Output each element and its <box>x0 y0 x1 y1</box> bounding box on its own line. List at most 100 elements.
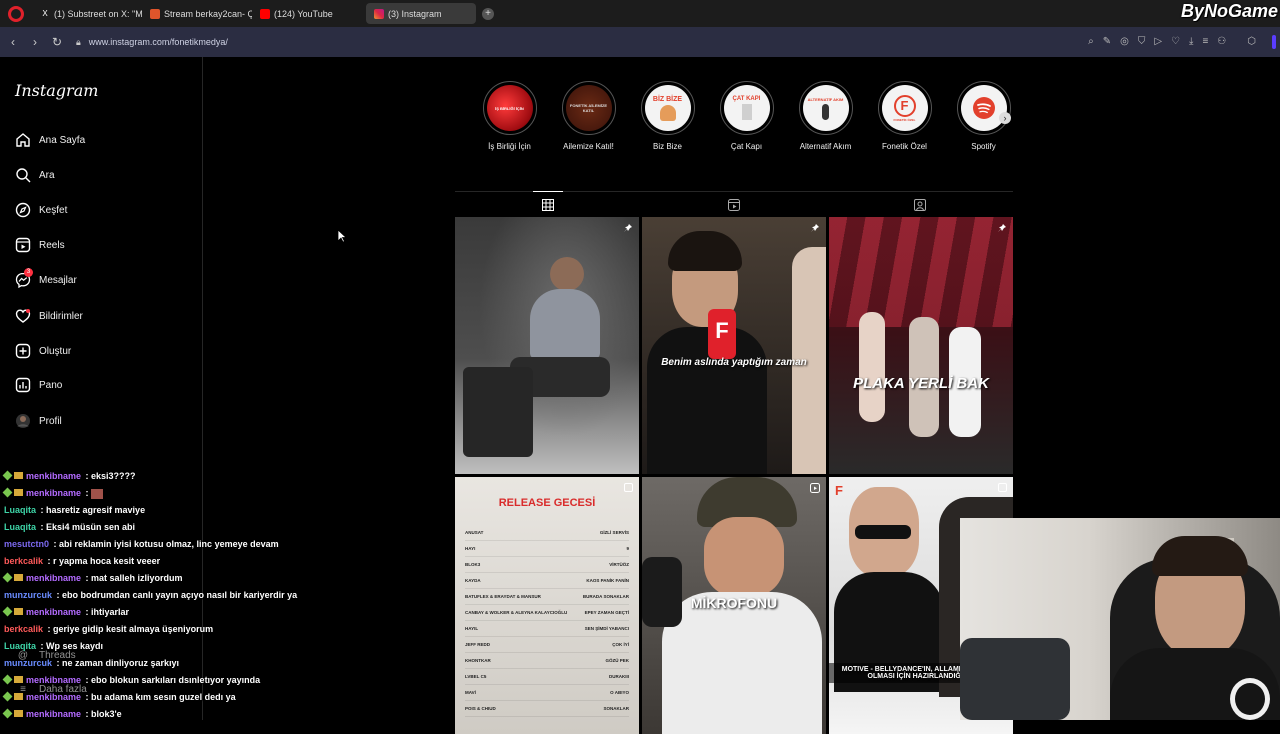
browser-tab-youtube[interactable]: (124) YouTube <box>252 3 362 24</box>
chat-username[interactable]: menkibname <box>26 488 81 498</box>
post-thumbnail[interactable]: PLAKA YERLİ BAK <box>829 217 1013 474</box>
pin-icon <box>998 224 1006 232</box>
chat-username[interactable]: munzurcuk <box>4 590 52 600</box>
post-thumbnail[interactable]: F Benim aslında yaptığım zaman <box>642 217 826 474</box>
chat-username[interactable]: Luaqita <box>4 522 36 532</box>
chat-message: Luaqita : Eksi4 müsün sen abi <box>4 519 444 536</box>
tab-label: (124) YouTube <box>274 8 333 19</box>
nav-create[interactable]: Oluştur <box>15 341 71 361</box>
menu-icon[interactable]: ≡ <box>1202 36 1208 47</box>
nav-reels[interactable]: Reels <box>15 235 65 255</box>
chat-username[interactable]: mesutctn0 <box>4 539 49 549</box>
post-caption: RELEASE GECESİ <box>498 497 596 509</box>
chat-text: Eksi4 müsün sen abi <box>46 522 136 532</box>
highlight-cover: F FONETİK ÖZEL <box>881 85 928 131</box>
chat-username[interactable]: menkibname <box>26 607 81 617</box>
post-thumbnail[interactable]: RELEASE GECESİ ANUSAT GİZLİ SERVİS HAYI 9 BL… <box>455 477 639 734</box>
opera-menu-icon[interactable] <box>8 5 24 22</box>
post-caption: Benim aslında yaptığım zaman <box>661 357 807 368</box>
chat-username[interactable]: Luaqita <box>4 505 36 515</box>
chat-username[interactable]: menkibname <box>26 675 81 685</box>
release-artist: KHONTKAR <box>465 658 491 663</box>
chat-text: bu adama kım sesın guzel dedı ya <box>91 692 236 702</box>
person-figure <box>1152 536 1248 576</box>
highlight-cover: BİZ BİZE <box>644 85 691 131</box>
instagram-logo[interactable]: Instagram <box>15 81 98 100</box>
search-icon[interactable]: ⌕ <box>1088 36 1094 47</box>
highlights-next-button[interactable]: › <box>999 112 1011 124</box>
nav-messages[interactable]: 3 Mesajlar <box>15 268 77 290</box>
browser-tab-stream[interactable]: Stream berkay2can- ÇOKT <box>142 3 252 24</box>
highlight-cover-text: BİZ BİZE <box>652 95 683 103</box>
highlight-item[interactable]: FONETİK AİLEMİZE KATIL Ailemize Katıl! <box>549 81 628 151</box>
chat-message: mesutctn0 : abi reklamin iyisi kotusu ol… <box>4 536 444 553</box>
chat-username[interactable]: berkcalik <box>4 556 43 566</box>
chat-message: menkibname : eksi3???? <box>2 468 444 485</box>
release-row: CANBAY & WOLKER & ALEYNA KALAYCIOĞLU EPEY… <box>465 605 629 621</box>
browser-tab-instagram[interactable]: (3) Instagram <box>366 3 476 24</box>
chat-username[interactable]: menkibname <box>26 471 81 481</box>
highlight-item[interactable]: ÇAT KAPI Çat Kapı <box>707 81 786 151</box>
back-icon[interactable]: ‹ <box>2 35 24 49</box>
url-field[interactable]: www.instagram.com/fonetikmedya/ <box>89 37 228 47</box>
chat-message: berkcalik : geriye gidip kesit almaya üş… <box>4 621 444 638</box>
highlight-ring: ALTERNATİF AKIM <box>798 81 853 135</box>
sidebar-indicator <box>1272 35 1276 49</box>
nav-dashboard[interactable]: Pano <box>15 375 62 395</box>
browser-tab-x[interactable]: X (1) Substreet on X: "Moti <box>32 3 142 24</box>
release-artist: POIS & CHIUD <box>465 706 496 711</box>
camera-icon[interactable]: ◎ <box>1120 36 1129 47</box>
highlight-item[interactable]: İŞ BİRLİĞİ İÇİN İş Birliği İçin <box>470 81 549 151</box>
chat-username[interactable]: munzurcuk <box>4 658 52 668</box>
nav-notifications[interactable]: Bildirimler <box>15 306 83 326</box>
chat-text: abi reklamin iyisi kotusu olmaz, linc ye… <box>59 539 279 549</box>
play-icon[interactable]: ▷ <box>1154 36 1162 47</box>
chat-username[interactable]: menkibname <box>26 709 81 719</box>
chat-username[interactable]: menkibname <box>26 692 81 702</box>
highlight-item[interactable]: BİZ BİZE Biz Bize <box>628 81 707 151</box>
profile-icon[interactable]: ⚇ <box>1217 36 1226 47</box>
highlight-cover-text: İŞ BİRLİĞİ İÇİN <box>495 105 524 111</box>
shield-icon[interactable]: ⛉ <box>1138 36 1146 47</box>
tab-tagged[interactable] <box>905 192 935 218</box>
download-icon[interactable]: ⤓ <box>1189 36 1193 47</box>
extensions-icon[interactable]: ⬡ <box>1247 36 1256 47</box>
reload-icon[interactable]: ↻ <box>46 35 68 49</box>
highlight-label: Spotify <box>971 142 996 151</box>
nav-label: Reels <box>39 239 65 251</box>
nav-profile[interactable]: Profil <box>15 411 62 431</box>
avatar-icon <box>15 413 31 429</box>
chat-text: r yapma hoca kesit veeer <box>53 556 161 566</box>
highlight-label: Biz Bize <box>653 142 682 151</box>
chat-username[interactable]: berkcalik <box>4 624 43 634</box>
subscriber-badge-icon <box>2 674 13 685</box>
nav-explore[interactable]: Keşfet <box>15 200 67 220</box>
forward-icon[interactable]: › <box>24 35 46 49</box>
fonetik-logo-icon: F <box>835 483 843 498</box>
heart-icon[interactable]: ♡ <box>1171 36 1180 47</box>
highlight-item[interactable]: F FONETİK ÖZEL Fonetik Özel <box>865 81 944 151</box>
chat-username[interactable]: menkibname <box>26 573 81 583</box>
tab-reels[interactable] <box>719 192 749 218</box>
release-row: BLOK3 VİRTÜÖZ <box>465 557 629 573</box>
release-song: KAOS PANİK FANİN <box>586 578 629 583</box>
edit-icon[interactable]: ✎ <box>1103 36 1111 47</box>
tab-posts[interactable] <box>533 191 563 217</box>
address-bar: ‹ › ↻ 🔒︎ www.instagram.com/fonetikmedya/… <box>0 27 1280 57</box>
highlight-item[interactable]: ALTERNATİF AKIM Alternatif Akım <box>786 81 865 151</box>
highlight-label: Alternatif Akım <box>799 142 852 151</box>
release-song: O ABIYO <box>610 690 629 695</box>
nav-search[interactable]: Ara <box>15 165 55 185</box>
highlight-item[interactable]: Spotify <box>944 81 1023 151</box>
new-tab-button[interactable]: + <box>482 7 494 20</box>
nav-home[interactable]: Ana Sayfa <box>15 130 85 150</box>
chat-text: ebo blokun sarkıları dsınletıyor yayında <box>91 675 261 685</box>
lock-icon[interactable]: 🔒︎ <box>76 37 81 48</box>
chat-username[interactable]: Luaqita <box>4 641 36 651</box>
post-thumbnail[interactable] <box>455 217 639 474</box>
messages-badge: 3 <box>24 268 33 277</box>
tab-label: (3) Instagram <box>388 8 442 19</box>
post-thumbnail[interactable]: MİKROFONU <box>642 477 826 734</box>
webcam-overlay <box>960 518 1280 720</box>
microphone-icon: F <box>708 309 736 359</box>
